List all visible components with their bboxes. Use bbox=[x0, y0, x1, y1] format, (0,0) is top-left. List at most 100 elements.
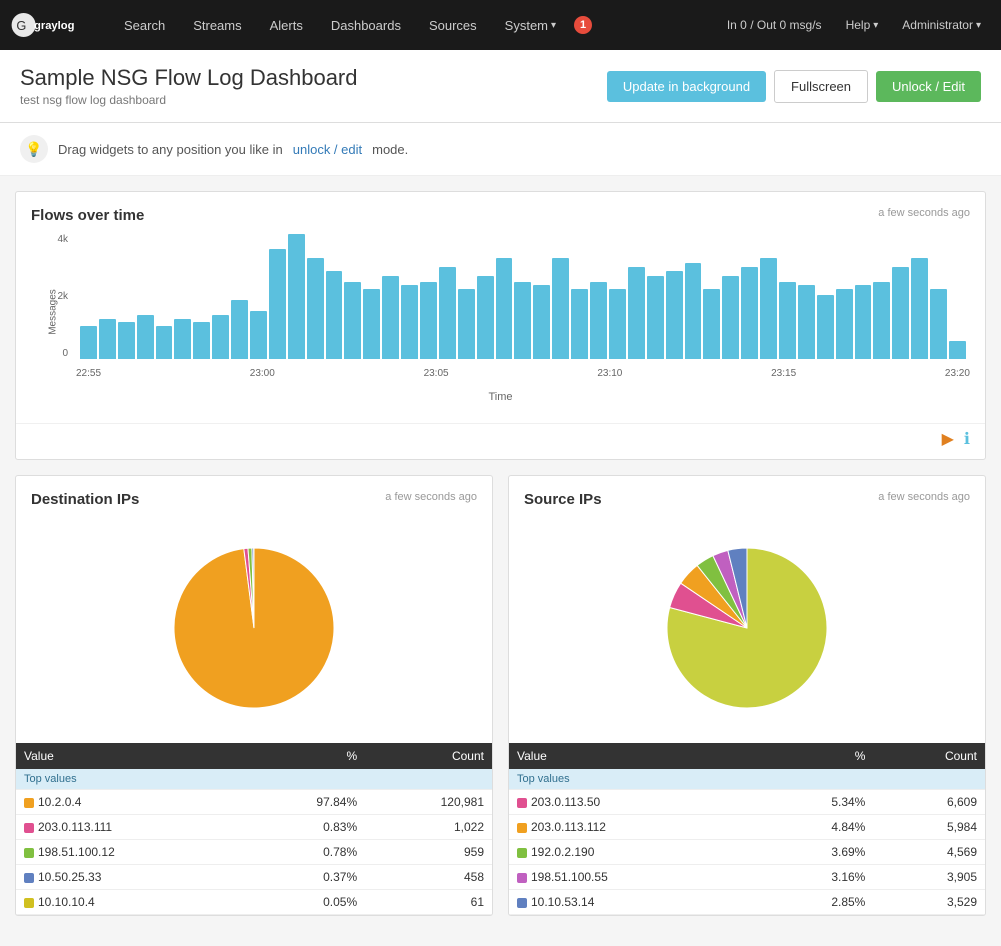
x-axis-title: Time bbox=[31, 391, 970, 403]
src-title: Source IPs bbox=[524, 491, 602, 508]
nav-alerts[interactable]: Alerts bbox=[256, 0, 317, 50]
table-cell-pct: 4.84% bbox=[757, 815, 873, 840]
x-axis: 22:5523:0023:0523:1023:1523:20 bbox=[76, 368, 970, 379]
dest-chart-header: Destination IPs a few seconds ago bbox=[31, 491, 477, 508]
bar-5 bbox=[174, 319, 191, 359]
play-icon[interactable]: ▶ bbox=[942, 429, 954, 449]
table-cell-value: 198.51.100.55 bbox=[509, 865, 757, 890]
nav-sources[interactable]: Sources bbox=[415, 0, 491, 50]
fullscreen-button[interactable]: Fullscreen bbox=[774, 70, 868, 103]
svg-text:graylog: graylog bbox=[34, 20, 75, 32]
table-cell-count: 5,984 bbox=[873, 815, 985, 840]
help-dropdown[interactable]: Help ▾ bbox=[836, 0, 889, 50]
table-row: 10.10.10.40.05%61 bbox=[16, 890, 492, 915]
table-cell-count: 1,022 bbox=[365, 815, 492, 840]
bar-40 bbox=[836, 289, 853, 359]
nav-streams[interactable]: Streams bbox=[179, 0, 255, 50]
table-row: 10.10.53.142.85%3,529 bbox=[509, 890, 985, 915]
bar-29 bbox=[628, 267, 645, 359]
bar-24 bbox=[533, 285, 550, 359]
bar-1 bbox=[99, 319, 116, 359]
dashboard-title-section: Sample NSG Flow Log Dashboard test nsg f… bbox=[20, 65, 358, 107]
bar-33 bbox=[703, 289, 720, 359]
flows-chart-title: Flows over time bbox=[31, 207, 144, 224]
bar-41 bbox=[855, 285, 872, 359]
nav-dashboards[interactable]: Dashboards bbox=[317, 0, 415, 50]
dest-pie-chart bbox=[154, 533, 354, 723]
svg-text:G: G bbox=[16, 18, 26, 33]
dashboard-title: Sample NSG Flow Log Dashboard bbox=[20, 65, 358, 91]
color-dot bbox=[517, 848, 527, 858]
dest-timestamp: a few seconds ago bbox=[385, 491, 477, 503]
destination-ips-panel: Destination IPs a few seconds ago Value … bbox=[15, 475, 493, 916]
dest-pie-container bbox=[31, 518, 477, 738]
bar-18 bbox=[420, 282, 437, 359]
flows-chart-body: Flows over time a few seconds ago 4k 2k … bbox=[16, 192, 985, 418]
source-ips-panel: Source IPs a few seconds ago Value % Cou… bbox=[508, 475, 986, 916]
table-cell-count: 959 bbox=[365, 840, 492, 865]
nav-search[interactable]: Search bbox=[110, 0, 179, 50]
update-background-button[interactable]: Update in background bbox=[607, 71, 766, 102]
src-timestamp: a few seconds ago bbox=[878, 491, 970, 503]
bar-14 bbox=[344, 282, 361, 359]
info-text: Drag widgets to any position you like in bbox=[58, 142, 283, 157]
bar-3 bbox=[137, 315, 154, 359]
dashboard-header: Sample NSG Flow Log Dashboard test nsg f… bbox=[0, 50, 1001, 123]
bar-45 bbox=[930, 289, 947, 359]
notification-badge[interactable]: 1 bbox=[574, 16, 592, 34]
flows-bar-chart: 4k 2k 0 Messages 22:5523:0023:0523:1023:… bbox=[31, 234, 970, 389]
bar-46 bbox=[949, 341, 966, 359]
table-row: 10.50.25.330.37%458 bbox=[16, 865, 492, 890]
bar-42 bbox=[873, 282, 890, 359]
dest-table-scroll[interactable]: Value % Count Top values10.2.0.497.84%12… bbox=[16, 743, 492, 915]
src-col-count: Count bbox=[873, 743, 985, 769]
table-cell-value: 198.51.100.12 bbox=[16, 840, 244, 865]
src-table-scroll[interactable]: Value % Count Top values203.0.113.505.34… bbox=[509, 743, 985, 915]
table-cell-value: 10.10.53.14 bbox=[509, 890, 757, 915]
logo[interactable]: G graylog bbox=[10, 9, 90, 41]
unlock-edit-link[interactable]: unlock / edit bbox=[293, 142, 362, 157]
table-cell-count: 4,569 bbox=[873, 840, 985, 865]
bar-31 bbox=[666, 271, 683, 359]
unlock-edit-button[interactable]: Unlock / Edit bbox=[876, 71, 981, 102]
admin-dropdown[interactable]: Administrator ▾ bbox=[892, 0, 991, 50]
table-section-header: Top values bbox=[16, 769, 492, 790]
src-chart-header: Source IPs a few seconds ago bbox=[524, 491, 970, 508]
color-dot bbox=[24, 823, 34, 833]
navbar: G graylog Search Streams Alerts Dashboar… bbox=[0, 0, 1001, 50]
bar-12 bbox=[307, 258, 324, 359]
nav-system[interactable]: System ▾ bbox=[491, 0, 570, 50]
color-dot bbox=[517, 873, 527, 883]
bar-26 bbox=[571, 289, 588, 359]
bar-19 bbox=[439, 267, 456, 359]
color-dot bbox=[24, 898, 34, 908]
bar-27 bbox=[590, 282, 607, 359]
dest-table: Value % Count Top values10.2.0.497.84%12… bbox=[16, 743, 492, 915]
bar-39 bbox=[817, 295, 834, 359]
bar-32 bbox=[685, 263, 702, 359]
bar-15 bbox=[363, 289, 380, 359]
table-cell-count: 458 bbox=[365, 865, 492, 890]
dest-title: Destination IPs bbox=[31, 491, 139, 508]
color-dot bbox=[24, 798, 34, 808]
bar-28 bbox=[609, 289, 626, 359]
bar-21 bbox=[477, 276, 494, 359]
table-cell-pct: 0.05% bbox=[244, 890, 365, 915]
color-dot bbox=[24, 848, 34, 858]
table-cell-count: 3,905 bbox=[873, 865, 985, 890]
flows-chart-timestamp: a few seconds ago bbox=[878, 207, 970, 219]
color-dot bbox=[517, 823, 527, 833]
bar-11 bbox=[288, 234, 305, 359]
color-dot bbox=[517, 898, 527, 908]
dest-col-value: Value bbox=[16, 743, 244, 769]
bar-9 bbox=[250, 311, 267, 359]
table-cell-count: 61 bbox=[365, 890, 492, 915]
table-cell-pct: 97.84% bbox=[244, 790, 365, 815]
src-col-pct: % bbox=[757, 743, 873, 769]
bar-4 bbox=[156, 326, 173, 359]
table-cell-value: 10.50.25.33 bbox=[16, 865, 244, 890]
info-circle-icon[interactable]: ℹ bbox=[964, 429, 970, 449]
dest-col-pct: % bbox=[244, 743, 365, 769]
table-cell-value: 203.0.113.112 bbox=[509, 815, 757, 840]
two-col-panels: Destination IPs a few seconds ago Value … bbox=[15, 475, 986, 931]
